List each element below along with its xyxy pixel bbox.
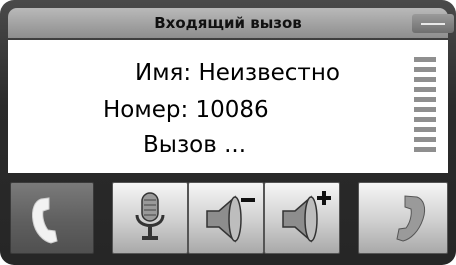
minimize-button[interactable] bbox=[412, 14, 454, 33]
signal-bar bbox=[414, 137, 436, 142]
signal-bar bbox=[414, 117, 436, 122]
signal-bar bbox=[414, 107, 436, 112]
signal-bar bbox=[414, 77, 436, 82]
caller-info-panel: Имя: Неизвестно Номер: 10086 Вызов ... bbox=[8, 40, 448, 173]
signal-bar bbox=[414, 127, 436, 132]
microphone-icon bbox=[135, 192, 165, 240]
call-window: Входящий вызов Имя: Неизвестно Номер: 10… bbox=[0, 0, 456, 265]
signal-bar bbox=[414, 57, 436, 62]
caller-number: Номер: 10086 bbox=[103, 97, 269, 123]
signal-meter bbox=[414, 57, 436, 157]
mute-button[interactable] bbox=[112, 182, 188, 254]
speaker-plus-icon bbox=[282, 191, 331, 243]
volume-up-button[interactable] bbox=[264, 182, 340, 254]
window-title: Входящий вызов bbox=[154, 14, 302, 32]
volume-down-button[interactable] bbox=[188, 182, 264, 254]
hang-up-button[interactable] bbox=[358, 182, 448, 254]
phone-hangup-icon bbox=[396, 195, 426, 242]
answer-button[interactable] bbox=[10, 182, 94, 254]
signal-bar bbox=[414, 67, 436, 72]
signal-bar bbox=[414, 97, 436, 102]
call-status: Вызов ... bbox=[143, 132, 247, 158]
minimize-icon bbox=[421, 23, 445, 25]
caller-name: Имя: Неизвестно bbox=[135, 60, 340, 86]
title-bar: Входящий вызов bbox=[8, 8, 454, 38]
signal-bar bbox=[414, 87, 436, 92]
signal-bar bbox=[414, 147, 436, 152]
call-toolbar bbox=[8, 177, 448, 257]
speaker-minus-icon bbox=[206, 195, 255, 243]
phone-answer-icon bbox=[32, 197, 58, 244]
